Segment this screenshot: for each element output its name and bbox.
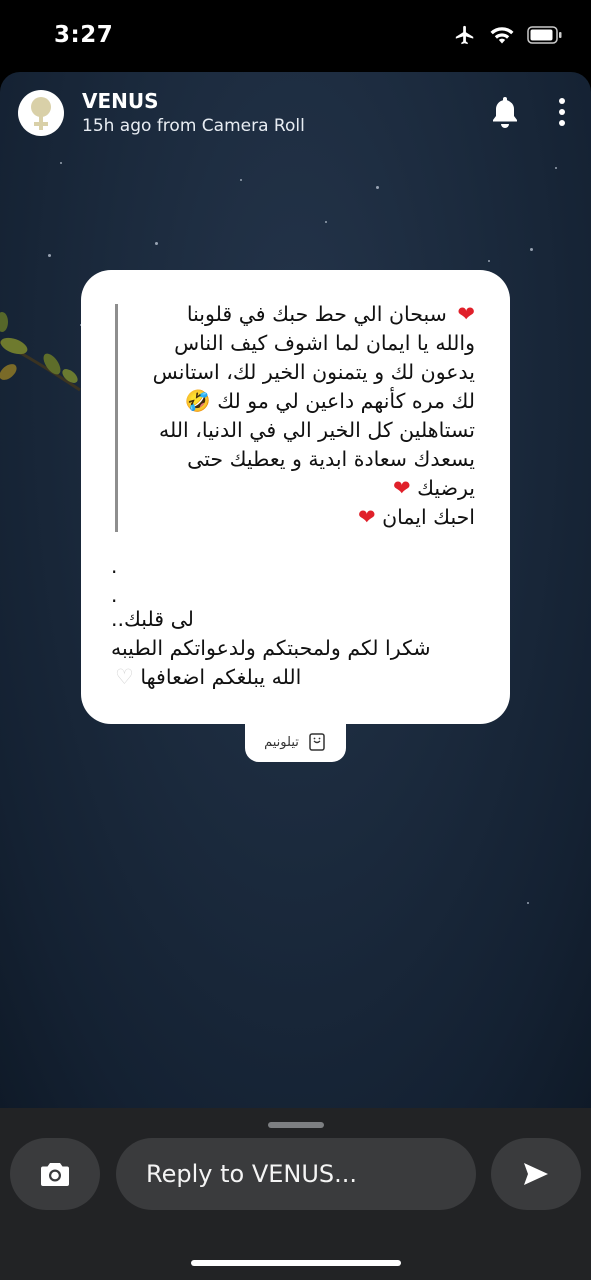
star	[488, 260, 490, 262]
sticker-label: تيلونيم	[264, 734, 299, 750]
status-bar: 3:27	[0, 0, 591, 72]
thanks-line: لى قلبك..	[111, 607, 194, 631]
star	[530, 248, 533, 251]
quote-line: احبك ايمان ❤	[357, 505, 475, 529]
bell-icon[interactable]	[488, 94, 522, 130]
more-vertical-icon[interactable]	[552, 94, 572, 130]
text-card: ❤ سبحان الي حط حبك في قلوبنا والله يا اي…	[81, 270, 510, 724]
avatar[interactable]	[18, 90, 64, 136]
quote-line: ❤ سبحان الي حط حبك في قلوبنا	[186, 302, 475, 326]
thanks-line: الله يبلغكم اضعافها ♡	[115, 665, 302, 689]
star	[555, 167, 557, 169]
story-author-name[interactable]: VENUS	[82, 89, 159, 113]
laughing-emoji-icon: 🤣	[184, 389, 211, 413]
star	[155, 242, 158, 245]
status-time: 3:27	[54, 22, 114, 48]
quote-line: والله يا ايمان لما اشوف كيف الناس	[174, 331, 475, 355]
quote-line: يرضيك ❤	[392, 476, 475, 500]
star	[48, 254, 51, 257]
reply-placeholder: Reply to VENUS...	[146, 1160, 358, 1188]
branch-decoration	[0, 312, 81, 392]
thanks-block: لى قلبك.. شكرا لكم ولمحبتكم ولدعواتكم ال…	[111, 605, 451, 692]
red-heart-icon: ❤	[392, 476, 411, 500]
venus-symbol-icon	[31, 97, 51, 130]
sticker-tag[interactable]: تيلونيم	[245, 722, 346, 762]
star	[325, 221, 327, 223]
camera-icon	[41, 1163, 69, 1186]
quote-line: لك مره كأنهم داعين لي مو لك 🤣	[184, 389, 475, 413]
drag-handle[interactable]	[268, 1122, 324, 1128]
star	[376, 186, 379, 189]
reply-input[interactable]: Reply to VENUS...	[116, 1138, 476, 1210]
airplane-icon	[455, 25, 474, 45]
quote-line: تستاهلين كل الخير الي في الدنيا، الله	[159, 418, 475, 442]
story-subtitle: 15h ago from Camera Roll	[82, 116, 305, 136]
status-icons	[453, 24, 563, 46]
send-icon	[524, 1163, 548, 1185]
note-icon	[309, 733, 325, 751]
quote-line: يدعون لك و يتمنون الخير لك، استانس	[152, 360, 475, 384]
send-button[interactable]	[491, 1138, 581, 1210]
battery-icon	[527, 26, 562, 44]
reply-bar: Reply to VENUS...	[0, 1108, 591, 1280]
star	[240, 179, 242, 181]
quote-block: ❤ سبحان الي حط حبك في قلوبنا والله يا اي…	[125, 300, 475, 532]
dots: . .	[111, 554, 118, 607]
home-indicator	[191, 1260, 401, 1266]
quote-bar	[115, 304, 118, 532]
star	[60, 162, 62, 164]
quote-line: يسعدك سعادة ابدية و يعطيك حتى	[187, 447, 475, 471]
red-heart-icon: ❤	[457, 302, 475, 326]
camera-button[interactable]	[10, 1138, 100, 1210]
thanks-line: شكرا لكم ولمحبتكم ولدعواتكم الطيبه	[111, 636, 431, 660]
red-heart-icon: ❤	[357, 505, 376, 529]
wifi-icon	[490, 27, 514, 44]
star	[527, 902, 529, 904]
white-heart-icon: ♡	[115, 665, 134, 689]
